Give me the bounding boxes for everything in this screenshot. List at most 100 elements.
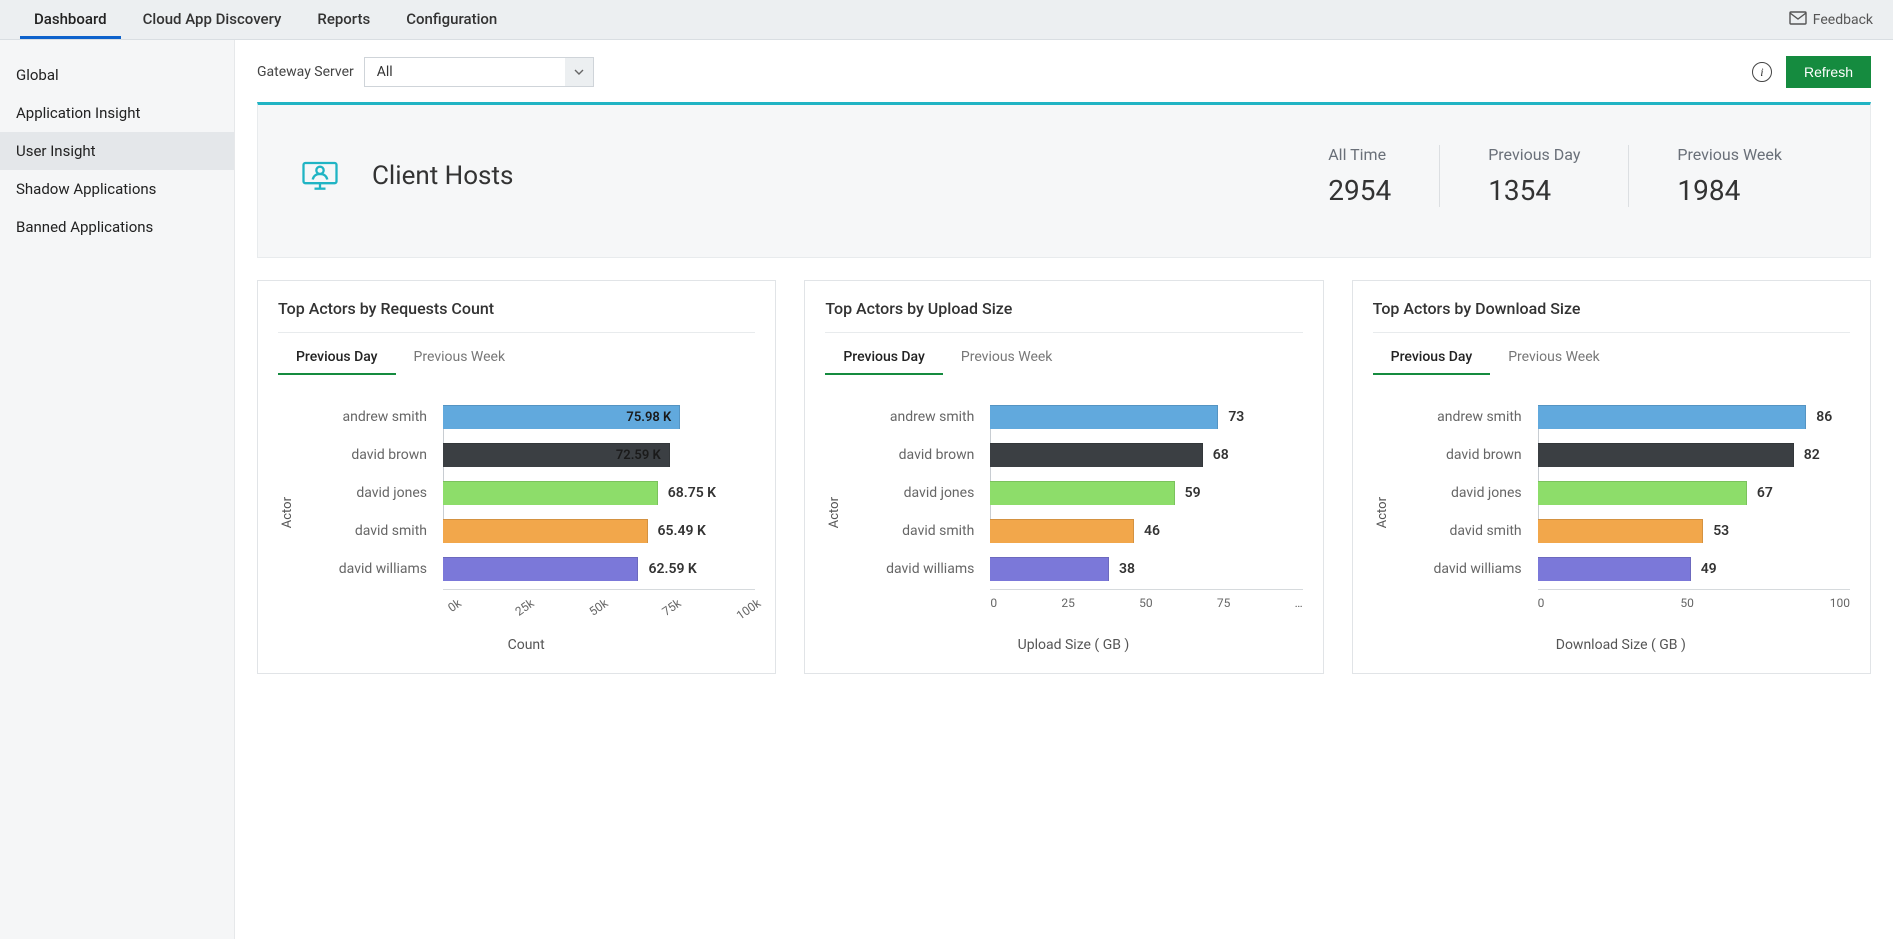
chart-bar[interactable] — [990, 405, 1218, 429]
chart-category-label: david smith — [297, 523, 437, 539]
chart-y-axis-label: Actor — [1373, 497, 1392, 528]
topnav-tabs: DashboardCloud App DiscoveryReportsConfi… — [20, 0, 511, 39]
chart-category-label: david williams — [844, 561, 984, 577]
chart-row: david williams49 — [1392, 557, 1850, 581]
chart-bar[interactable] — [990, 481, 1174, 505]
chart-tick: 50 — [1139, 596, 1153, 610]
chart-category-label: andrew smith — [297, 409, 437, 425]
chart-x-axis-label: Upload Size ( GB ) — [844, 637, 1302, 653]
stat-previous-week: Previous Week 1984 — [1628, 145, 1830, 207]
main-content: Gateway Server All i Refresh — [235, 40, 1893, 939]
chart-bar[interactable] — [443, 519, 648, 543]
chart-bar[interactable] — [990, 519, 1134, 543]
chart-bar[interactable] — [1538, 519, 1704, 543]
stat-label: Previous Day — [1488, 145, 1580, 164]
chart-bar[interactable] — [990, 443, 1202, 467]
chart-x-axis-label: Download Size ( GB ) — [1392, 637, 1850, 653]
sidebar: GlobalApplication InsightUser InsightSha… — [0, 40, 235, 939]
chart-value-label: 62.59 K — [648, 561, 696, 577]
chart-tick: 100 — [1830, 596, 1850, 610]
info-icon[interactable]: i — [1752, 62, 1772, 82]
chart-row: david smith 46 — [844, 519, 1302, 543]
gateway-server-label: Gateway Server — [257, 64, 354, 80]
sidebar-item-application-insight[interactable]: Application Insight — [0, 94, 234, 132]
chart-category-label: david smith — [844, 523, 984, 539]
card-title: Top Actors by Upload Size — [825, 299, 1302, 333]
chart-tick: 25 — [1061, 596, 1075, 610]
sidebar-item-banned-applications[interactable]: Banned Applications — [0, 208, 234, 246]
chart-row: david williams62.59 K — [297, 557, 755, 581]
chart-tick: 0 — [1538, 596, 1545, 610]
chart-category-label: david smith — [1392, 523, 1532, 539]
chart-value-label: 72.59 K — [616, 448, 661, 463]
chart-category-label: david jones — [1392, 485, 1532, 501]
sidebar-item-user-insight[interactable]: User Insight — [0, 132, 234, 170]
card-2: Top Actors by Download Size Previous DayP… — [1352, 280, 1871, 674]
card-tab-previous-day[interactable]: Previous Day — [825, 339, 943, 375]
chart-category-label: andrew smith — [1392, 409, 1532, 425]
chevron-down-icon — [565, 58, 593, 86]
feedback-link[interactable]: Feedback — [1789, 11, 1873, 29]
chart-value-label: 86 — [1816, 409, 1832, 425]
chart-tick: 50k — [586, 596, 610, 619]
sidebar-item-shadow-applications[interactable]: Shadow Applications — [0, 170, 234, 208]
chart-row: david jones 67 — [1392, 481, 1850, 505]
chart-bar[interactable] — [1538, 481, 1747, 505]
chart-row: david brown68 — [844, 443, 1302, 467]
card-tabs: Previous DayPrevious Week — [278, 339, 755, 375]
chart-row: david jones 68.75 K — [297, 481, 755, 505]
chart-value-label: 59 — [1185, 485, 1201, 501]
stat-value: 1354 — [1488, 174, 1580, 207]
chart-category-label: david brown — [844, 447, 984, 463]
chart-tick: 75 — [1217, 596, 1231, 610]
card-tab-previous-week[interactable]: Previous Week — [943, 339, 1071, 375]
card-tab-previous-day[interactable]: Previous Day — [1373, 339, 1491, 375]
card-tabs: Previous DayPrevious Week — [825, 339, 1302, 375]
chart-bar[interactable]: 75.98 K — [443, 405, 680, 429]
card-tab-previous-week[interactable]: Previous Week — [1490, 339, 1618, 375]
chart-value-label: 46 — [1144, 523, 1160, 539]
chart-row: david jones59 — [844, 481, 1302, 505]
stat-label: All Time — [1328, 145, 1391, 164]
summary-stats: All Time 2954 Previous Day 1354 Previous Wee… — [1280, 145, 1830, 207]
sidebar-item-global[interactable]: Global — [0, 56, 234, 94]
card-title: Top Actors by Requests Count — [278, 299, 755, 333]
gateway-server-select[interactable]: All — [364, 57, 594, 87]
chart-bar[interactable] — [443, 481, 658, 505]
stat-label: Previous Week — [1677, 145, 1782, 164]
feedback-label: Feedback — [1813, 12, 1873, 28]
chart-row: andrew smith 75.98 K — [297, 405, 755, 429]
chart-value-label: 53 — [1713, 523, 1729, 539]
stat-previous-day: Previous Day 1354 — [1439, 145, 1628, 207]
stat-value: 2954 — [1328, 174, 1391, 207]
chart-category-label: david jones — [297, 485, 437, 501]
stat-value: 1984 — [1677, 174, 1782, 207]
chart-value-label: 68.75 K — [668, 485, 716, 501]
chart-bar[interactable] — [990, 557, 1109, 581]
chart-value-label: 38 — [1119, 561, 1135, 577]
filter-bar: Gateway Server All i Refresh — [235, 40, 1893, 102]
topnav-tab-dashboard[interactable]: Dashboard — [20, 0, 121, 39]
chart-value-label: 73 — [1228, 409, 1244, 425]
stat-all-time: All Time 2954 — [1280, 145, 1439, 207]
topnav-tab-reports[interactable]: Reports — [303, 0, 384, 39]
refresh-button[interactable]: Refresh — [1786, 56, 1871, 88]
chart-row: david williams 38 — [844, 557, 1302, 581]
chart-bar[interactable]: 72.59 K — [443, 443, 670, 467]
chart-value-label: 65.49 K — [658, 523, 706, 539]
card-title: Top Actors by Download Size — [1373, 299, 1850, 333]
topnav-tab-configuration[interactable]: Configuration — [392, 0, 511, 39]
chart-row: david smith 53 — [1392, 519, 1850, 543]
chart-tick: 0k — [445, 596, 464, 615]
card-tab-previous-week[interactable]: Previous Week — [396, 339, 524, 375]
topnav-tab-cloud-app-discovery[interactable]: Cloud App Discovery — [129, 0, 296, 39]
chart-tick: 50 — [1680, 596, 1694, 610]
chart-bar[interactable] — [1538, 405, 1807, 429]
chart-category-label: andrew smith — [844, 409, 984, 425]
card-tab-previous-day[interactable]: Previous Day — [278, 339, 396, 375]
chart-y-axis-label: Actor — [278, 497, 297, 528]
chart-value-label: 67 — [1757, 485, 1773, 501]
chart-bar[interactable] — [443, 557, 638, 581]
chart-bar[interactable] — [1538, 557, 1691, 581]
chart-bar[interactable] — [1538, 443, 1794, 467]
